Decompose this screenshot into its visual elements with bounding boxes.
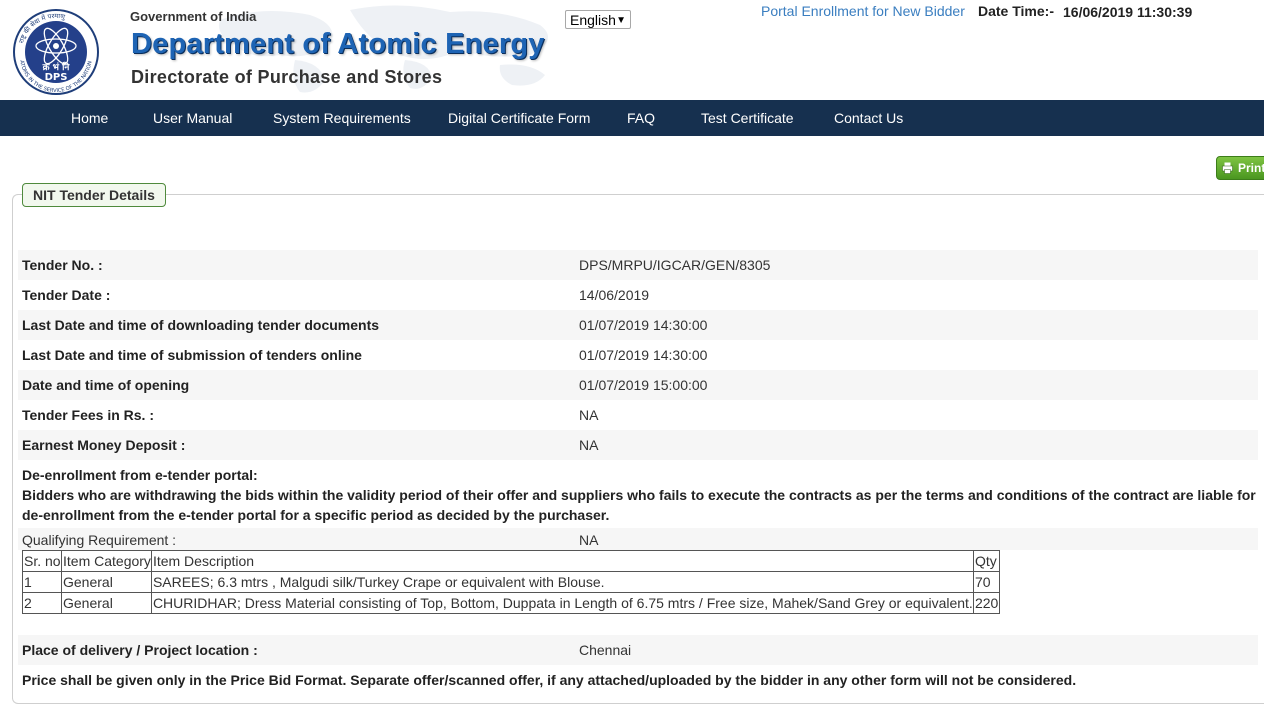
detail-label: Tender No. :	[22, 257, 103, 273]
qualifying-row-bg	[18, 528, 1258, 550]
detail-row-tender-fees: Tender Fees in Rs. : NA	[18, 400, 1258, 430]
table-cell: General	[61, 571, 152, 593]
detail-value: NA	[579, 437, 599, 453]
detail-label: Place of delivery / Project location :	[22, 642, 258, 658]
deenrollment-text-line2: de-enrollment from the e-tender portal f…	[22, 507, 610, 523]
directorate-subtitle: Directorate of Purchase and Stores	[131, 67, 443, 87]
detail-label: Tender Fees in Rs. :	[22, 407, 154, 423]
site-header: क्र भं नि DPS राष्ट्र की सेवा में परमाणु…	[0, 0, 1264, 100]
table-cell: 70	[972, 571, 1000, 593]
nav-item-digital-certificate-form[interactable]: Digital Certificate Form	[448, 100, 590, 136]
portal-enrollment-link[interactable]: Portal Enrollment for New Bidder	[761, 3, 965, 19]
datetime-value: 16/06/2019 11:30:39	[1063, 4, 1193, 20]
section-title: NIT Tender Details	[22, 183, 166, 207]
detail-label: Tender Date :	[22, 287, 111, 303]
detail-row-emd: Earnest Money Deposit : NA	[18, 430, 1258, 460]
department-title: Department of Atomic Energy	[131, 28, 545, 60]
datetime-label: Date Time:-	[978, 3, 1054, 19]
table-row: 2 General CHURIDHAR; Dress Material cons…	[22, 592, 1000, 614]
detail-value: 14/06/2019	[579, 287, 650, 303]
detail-row-submission-date: Last Date and time of submission of tend…	[18, 340, 1258, 370]
table-header-row: Sr. no Item Category Item Description Qt…	[22, 550, 1000, 572]
detail-row-tender-no: Tender No. : DPS/MRPU/IGCAR/GEN/8305	[18, 250, 1258, 280]
nav-item-contact-us[interactable]: Contact Us	[834, 100, 903, 136]
nav-item-home[interactable]: Home	[71, 100, 108, 136]
detail-value: Chennai	[579, 642, 632, 658]
detail-label: Date and time of opening	[22, 377, 190, 393]
detail-value: NA	[579, 407, 599, 423]
table-cell: SAREES; 6.3 mtrs , Malgudi silk/Turkey C…	[150, 571, 974, 593]
detail-row-download-date: Last Date and time of downloading tender…	[18, 310, 1258, 340]
svg-text:DPS: DPS	[45, 72, 68, 83]
qualifying-value: NA	[579, 532, 599, 548]
deenrollment-text-line1: Bidders who are withdrawing the bids wit…	[22, 487, 1256, 503]
language-select[interactable]: English ▼	[565, 10, 631, 29]
main-navigation: Home User Manual System Requirements Dig…	[0, 100, 1264, 136]
table-cell: 2	[22, 592, 62, 614]
nav-item-faq[interactable]: FAQ	[627, 100, 655, 136]
detail-row-opening-date: Date and time of opening 01/07/2019 15:0…	[18, 370, 1258, 400]
column-header: Item Category	[61, 550, 152, 572]
detail-value: 01/07/2019 14:30:00	[579, 317, 708, 333]
language-selected-value: English	[570, 12, 616, 28]
table-cell: 1	[22, 571, 62, 593]
nav-item-system-requirements[interactable]: System Requirements	[273, 100, 411, 136]
detail-row-tender-date: Tender Date : 14/06/2019	[18, 280, 1258, 310]
detail-value: DPS/MRPU/IGCAR/GEN/8305	[579, 257, 771, 273]
detail-label: Last Date and time of downloading tender…	[22, 317, 380, 333]
dps-logo: क्र भं नि DPS राष्ट्र की सेवा में परमाणु…	[13, 9, 99, 95]
chevron-down-icon: ▼	[616, 15, 626, 26]
print-label: Print	[1238, 161, 1264, 175]
items-table: Sr. no Item Category Item Description Qt…	[22, 550, 1000, 614]
detail-label: Earnest Money Deposit :	[22, 437, 186, 453]
nav-item-user-manual[interactable]: User Manual	[153, 100, 232, 136]
deenrollment-title: De-enrollment from e-tender portal:	[22, 467, 258, 483]
nav-item-test-certificate[interactable]: Test Certificate	[701, 100, 794, 136]
price-note: Price shall be given only in the Price B…	[22, 672, 1077, 688]
qualifying-label: Qualifying Requirement :	[22, 532, 177, 548]
detail-label: Last Date and time of submission of tend…	[22, 347, 362, 363]
detail-value: 01/07/2019 15:00:00	[579, 377, 708, 393]
print-button[interactable]: Print	[1216, 156, 1264, 180]
table-row: 1 General SAREES; 6.3 mtrs , Malgudi sil…	[22, 571, 1000, 593]
column-header: Qty	[972, 550, 1000, 572]
government-label: Government of India	[130, 9, 257, 24]
column-header: Sr. no	[22, 550, 62, 572]
table-cell: 220	[972, 592, 1000, 614]
detail-value: 01/07/2019 14:30:00	[579, 347, 708, 363]
detail-row-delivery: Place of delivery / Project location : C…	[18, 635, 1258, 665]
printer-icon	[1222, 162, 1233, 174]
table-cell: CHURIDHAR; Dress Material consisting of …	[150, 592, 974, 614]
column-header: Item Description	[150, 550, 974, 572]
table-cell: General	[61, 592, 152, 614]
